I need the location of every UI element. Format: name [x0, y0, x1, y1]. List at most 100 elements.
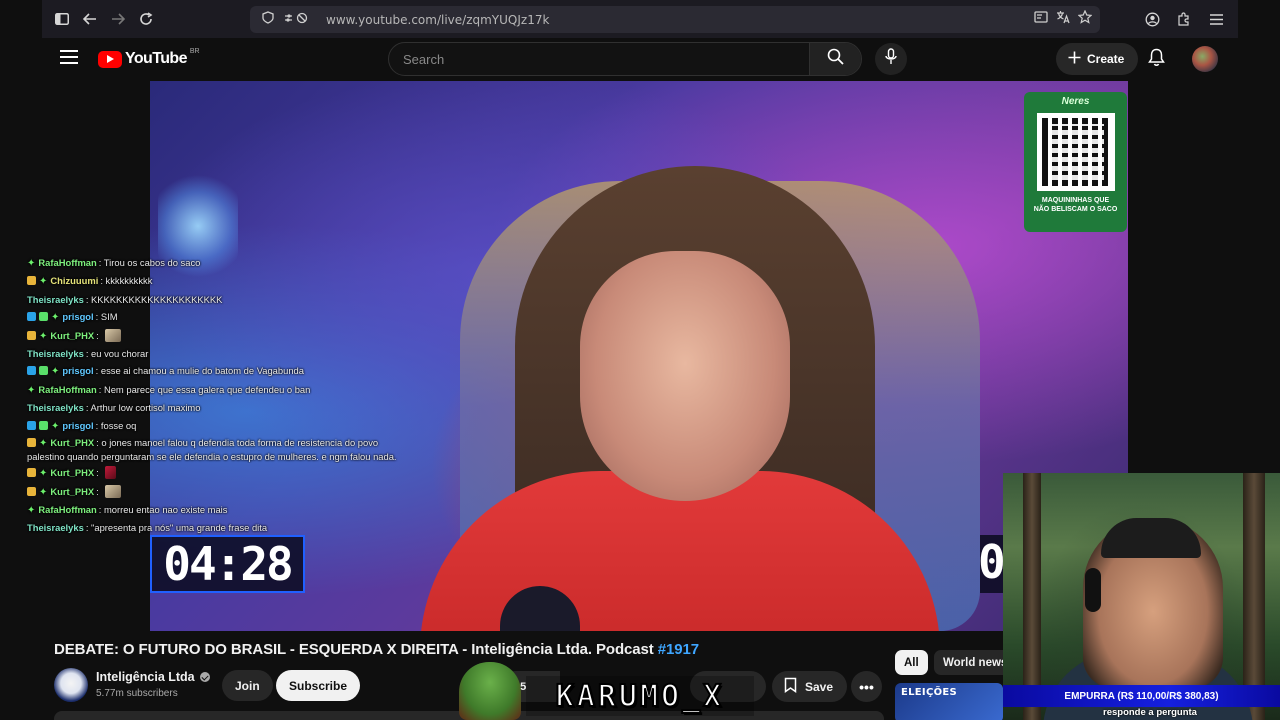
streamer-webcam: EMPURRA (R$ 110,00/R$ 380,83) responde a…: [1003, 473, 1280, 720]
chat-username[interactable]: Theisraelyks: [27, 402, 84, 413]
chat-message: Theisraelyks: Arthur low cortisol maximo: [27, 399, 407, 416]
chat-username[interactable]: prisgol: [62, 420, 93, 431]
extensions-icon[interactable]: [1170, 5, 1198, 33]
search-box: [388, 42, 862, 76]
streamer-name-banner: KARUMO_X: [526, 676, 754, 716]
create-label: Create: [1087, 52, 1125, 66]
chat-username[interactable]: Theisraelyks: [27, 348, 84, 359]
chat-username[interactable]: prisgol: [62, 311, 93, 322]
timer-secondary-value: 0: [980, 535, 1006, 589]
plus-icon: [1068, 51, 1081, 67]
video-hashtag[interactable]: #1917: [658, 641, 699, 658]
permissions-icon[interactable]: [284, 11, 310, 29]
browser-menu-icon[interactable]: [1202, 5, 1230, 33]
account-icon[interactable]: [1138, 5, 1166, 33]
star-badge-icon: ✦: [27, 258, 36, 269]
star-badge-icon: ✦: [51, 366, 60, 378]
chip-all[interactable]: All: [895, 650, 928, 675]
chat-separator: :: [96, 467, 102, 479]
channel-name[interactable]: Inteligência Ltda: [96, 670, 210, 684]
save-icon: [784, 677, 797, 696]
notifications-bell-icon[interactable]: [1148, 48, 1165, 72]
microphone-icon: [885, 48, 897, 70]
channel-name-text[interactable]: Inteligência Ltda: [96, 670, 195, 684]
guide-menu-icon[interactable]: [60, 50, 78, 64]
chat-message: Theisraelyks: eu vou chorar: [27, 345, 407, 362]
debate-timer: 04:28: [150, 535, 305, 593]
chat-separator: :: [96, 329, 102, 341]
streamer-cap: [1101, 518, 1201, 558]
chat-message: ✦ Kurt_PHX:: [27, 483, 407, 501]
star-badge-icon: ✦: [39, 468, 48, 480]
chat-username[interactable]: Kurt_PHX: [50, 437, 94, 448]
create-button[interactable]: Create: [1056, 43, 1139, 75]
subscriber-count: 5.77m subscribers: [96, 688, 178, 699]
star-badge-icon: ✦: [27, 505, 36, 517]
browser-toolbar: www.youtube.com/live/zqmYUQJz17k: [42, 0, 1238, 38]
chat-username[interactable]: Kurt_PHX: [50, 330, 94, 341]
search-icon: [827, 48, 844, 70]
chat-text: eu vou chorar: [91, 348, 149, 360]
chat-username[interactable]: Kurt_PHX: [50, 467, 94, 478]
youtube-logo[interactable]: YouTube BR: [98, 48, 200, 68]
youtube-header: YouTube BR Create: [42, 38, 1238, 81]
star-badge-icon: ✦: [51, 312, 60, 324]
youtube-play-icon: [98, 50, 122, 68]
recommended-video-thumbnail[interactable]: ELEIÇÕES: [895, 683, 1003, 720]
chat-username[interactable]: prisgol: [62, 365, 93, 376]
chat-text: KKKKKKKKKKKKKKKKKKKKK: [91, 293, 223, 305]
user-avatar[interactable]: [1192, 46, 1218, 72]
chat-text: morreu entao nao existe mais: [103, 504, 228, 516]
chat-text: Nem parece que essa galera que defendeu …: [103, 383, 311, 395]
voice-search-button[interactable]: [875, 43, 907, 75]
bookmark-star-icon[interactable]: [1077, 9, 1093, 29]
headset-icon: [1085, 568, 1101, 612]
chat-username[interactable]: RafaHoffman: [38, 257, 96, 268]
chat-message: Theisraelyks: "apresenta pra nós" uma gr…: [27, 519, 407, 536]
chat-message: ✦ prisgol: fosse oq: [27, 417, 407, 435]
chat-text: SIM: [100, 311, 118, 323]
more-actions-button[interactable]: •••: [851, 671, 882, 702]
chat-text: "apresenta pra nós" uma grande frase dit…: [91, 522, 268, 534]
live-chat-overlay: ✦ RafaHoffman: Tirou os cabos do saco ✦ Chi…: [27, 254, 407, 537]
forward-icon[interactable]: [104, 5, 132, 33]
logo-text: YouTube: [125, 50, 187, 67]
star-badge-icon: ✦: [51, 420, 60, 432]
chat-message: ✦ Chizuuumi: kkkkkkkkkk: [27, 272, 407, 290]
chat-username[interactable]: Theisraelyks: [27, 522, 84, 533]
back-icon[interactable]: [76, 5, 104, 33]
chat-username[interactable]: Chizuuumi: [50, 275, 98, 286]
sidebar-toggle-icon[interactable]: [48, 5, 76, 33]
green-badge-icon: [39, 420, 48, 430]
crown-badge-icon: [27, 468, 36, 478]
chat-username[interactable]: Theisraelyks: [27, 294, 84, 305]
chat-username[interactable]: Kurt_PHX: [50, 486, 94, 497]
channel-avatar[interactable]: [54, 668, 88, 702]
url-text[interactable]: www.youtube.com/live/zqmYUQJz17k: [326, 13, 549, 27]
reader-view-icon[interactable]: [1034, 10, 1048, 29]
sponsor-caption-line1: MAQUININHAS QUE: [1041, 197, 1110, 204]
jungle-tree: [1243, 473, 1265, 720]
search-input[interactable]: [389, 43, 809, 75]
join-button[interactable]: Join: [222, 670, 273, 701]
blue-badge-icon: [27, 312, 36, 322]
translate-icon[interactable]: [1056, 10, 1070, 29]
save-label: Save: [805, 679, 834, 694]
jungle-tree: [1023, 473, 1041, 720]
presenter-face: [580, 251, 790, 501]
qr-code-icon: [1036, 113, 1115, 191]
green-badge-icon: [39, 366, 48, 376]
chat-username[interactable]: RafaHoffman: [38, 504, 96, 515]
shield-icon[interactable]: [262, 10, 274, 29]
thumbnail-text: ELEIÇÕES: [901, 687, 958, 698]
subscribe-button[interactable]: Subscribe: [276, 670, 361, 701]
crown-badge-icon: [27, 438, 36, 448]
address-bar[interactable]: www.youtube.com/live/zqmYUQJz17k: [250, 6, 1100, 33]
chat-message: ✦ Kurt_PHX: o jones manoel falou q defend…: [27, 437, 407, 463]
chat-message: ✦ Kurt_PHX:: [27, 327, 407, 345]
reload-icon[interactable]: [132, 5, 160, 33]
save-button[interactable]: Save: [772, 671, 848, 702]
chat-username[interactable]: RafaHoffman: [38, 384, 96, 395]
star-badge-icon: ✦: [27, 384, 36, 396]
search-button[interactable]: [809, 43, 861, 75]
